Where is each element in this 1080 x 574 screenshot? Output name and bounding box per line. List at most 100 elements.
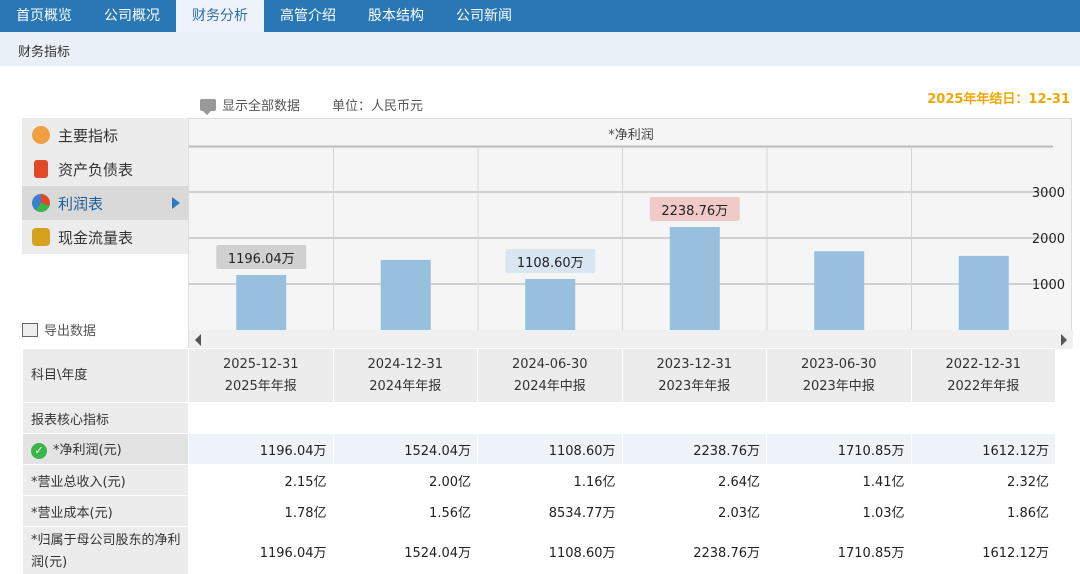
statement-menu: 主要指标 资产负债表 利润表 现金流量表 (22, 118, 188, 254)
column-header[interactable]: 2024-06-30 2024年中报 (477, 348, 623, 403)
row-label: ✓ *净利润(元) (22, 433, 189, 465)
table-cell: 2.64亿 (621, 464, 767, 496)
flower-icon (32, 126, 50, 144)
column-header[interactable]: 2023-12-31 2023年年报 (621, 348, 767, 403)
row-label: *归属于母公司股东的净利润(元) (22, 526, 189, 574)
menu-item-label: 资产负债表 (58, 160, 134, 179)
table-cell: 1196.04万 (188, 526, 334, 574)
column-report: 2025年年报 (224, 378, 297, 394)
table-row[interactable]: ✓ *净利润(元) 1196.04万 1524.04万 1108.60万 2238… (22, 433, 1056, 465)
table-cell: 1108.60万 (477, 526, 623, 574)
tab-share-structure[interactable]: 股本结构 (352, 0, 440, 32)
column-date: 2024-12-31 (367, 356, 444, 372)
chart-bar (958, 255, 1009, 330)
empty-cell (621, 402, 767, 434)
column-date: 2025-12-31 (222, 356, 299, 372)
coins-icon (32, 228, 50, 246)
chart-bar (380, 259, 431, 330)
empty-cell (332, 402, 478, 434)
export-data-label: 导出数据 (44, 324, 97, 339)
document-icon (34, 160, 48, 178)
table-row[interactable]: *营业成本(元) 1.78亿 1.56亿 8534.77万 2.03亿 1.03… (22, 495, 1056, 527)
table-row[interactable]: *归属于母公司股东的净利润(元) 1196.04万 1524.04万 1108.… (22, 526, 1056, 574)
tab-financial-analysis[interactable]: 财务分析 (176, 0, 264, 32)
menu-item-income-statement[interactable]: 利润表 (22, 186, 188, 220)
table-cell: 1524.04万 (332, 526, 478, 574)
column-header[interactable]: 2023-06-30 2023年中报 (766, 348, 912, 403)
sub-header-title: 财务指标 (18, 45, 71, 60)
checkmark-icon: ✓ (31, 442, 47, 459)
y-tick-label: 2000 (1032, 232, 1065, 247)
table-cell: 1.41亿 (766, 464, 912, 496)
table-cell: 1.03亿 (766, 495, 912, 527)
tab-executives[interactable]: 高管介绍 (264, 0, 352, 32)
row-label: *营业总收入(元) (22, 464, 189, 496)
y-tick-label: 3000 (1032, 186, 1065, 201)
table-cell: 1.86亿 (910, 495, 1056, 527)
column-report: 2023年年报 (658, 378, 731, 394)
arrow-right-icon (172, 197, 180, 209)
chart-bar (814, 251, 865, 330)
section-label: 报表核心指标 (22, 402, 189, 434)
table-cell: 2238.76万 (621, 433, 767, 465)
net-profit-chart: 1000 2000 3000 1196.04万 1108.60万 2238.76万 *净利… (188, 118, 1073, 349)
table-cell: 1612.12万 (910, 526, 1056, 574)
column-report: 2022年年报 (947, 378, 1020, 394)
empty-cell (910, 402, 1056, 434)
column-header[interactable]: 2022-12-31 2022年年报 (910, 348, 1056, 403)
menu-item-balance-sheet[interactable]: 资产负债表 (22, 152, 188, 186)
table-corner-label: 科目\年度 (22, 348, 189, 403)
table-row[interactable]: *营业总收入(元) 2.15亿 2.00亿 1.16亿 2.64亿 1.41亿 … (22, 464, 1056, 496)
column-report: 2023年中报 (802, 378, 875, 394)
table-header-row: 科目\年度 2025-12-31 2025年年报 2024-12-31 2024年年… (22, 348, 1056, 403)
table-cell: 1612.12万 (910, 433, 1056, 465)
menu-item-label: 利润表 (58, 194, 104, 213)
table-cell: 1.16亿 (477, 464, 623, 496)
chart-bar (236, 274, 287, 330)
chart-bar (669, 227, 720, 330)
export-icon (22, 322, 38, 337)
year-end-label: 2025年年结日：12-31 (927, 92, 1070, 107)
empty-cell (188, 402, 334, 434)
row-label: *营业成本(元) (22, 495, 189, 527)
column-header[interactable]: 2025-12-31 2025年年报 (188, 348, 334, 403)
table-cell: 1710.85万 (766, 433, 912, 465)
table-cell: 1196.04万 (188, 433, 334, 465)
tab-company-profile[interactable]: 公司概况 (88, 0, 176, 32)
chart-title: *净利润 (608, 128, 654, 143)
menu-item-cash-flow[interactable]: 现金流量表 (22, 220, 188, 254)
chart-info-bar: 显示全部数据 单位：人民币元 (200, 95, 423, 115)
data-label: 2238.76万 (661, 204, 728, 219)
table-cell: 1.56亿 (332, 495, 478, 527)
data-label: 1196.04万 (228, 252, 295, 267)
column-header[interactable]: 2024-12-31 2024年年报 (332, 348, 478, 403)
table-cell: 1710.85万 (766, 526, 912, 574)
speech-bubble-icon (200, 98, 216, 115)
tab-company-news[interactable]: 公司新闻 (440, 0, 528, 32)
column-report: 2024年中报 (513, 378, 586, 394)
export-data-button[interactable]: 导出数据 (22, 320, 96, 339)
section-row: 报表核心指标 (22, 402, 1056, 434)
table-cell: 1.78亿 (188, 495, 334, 527)
table-cell: 1524.04万 (332, 433, 478, 465)
column-date: 2023-12-31 (656, 356, 733, 372)
financial-table: 科目\年度 2025-12-31 2025年年报 2024-12-31 2024年年… (22, 348, 1056, 574)
column-date: 2022-12-31 (945, 356, 1022, 372)
table-cell: 2.32亿 (910, 464, 1056, 496)
table-cell: 2.00亿 (332, 464, 478, 496)
chart-bar (525, 279, 576, 330)
table-cell: 2238.76万 (621, 526, 767, 574)
y-tick-label: 1000 (1032, 278, 1065, 293)
column-date: 2024-06-30 (511, 356, 588, 372)
table-cell: 2.03亿 (621, 495, 767, 527)
menu-item-label: 现金流量表 (58, 228, 134, 247)
row-label-text: *净利润(元) (53, 443, 122, 459)
menu-item-main-indicators[interactable]: 主要指标 (22, 118, 188, 152)
top-nav: 首页概览 公司概况 财务分析 高管介绍 股本结构 公司新闻 (0, 0, 1080, 32)
menu-item-label: 主要指标 (58, 126, 119, 145)
show-all-data-link[interactable]: 显示全部数据 (222, 95, 300, 114)
table-cell: 8534.77万 (477, 495, 623, 527)
table-cell: 1108.60万 (477, 433, 623, 465)
tab-overview[interactable]: 首页概览 (0, 0, 88, 32)
column-report: 2024年年报 (369, 378, 442, 394)
